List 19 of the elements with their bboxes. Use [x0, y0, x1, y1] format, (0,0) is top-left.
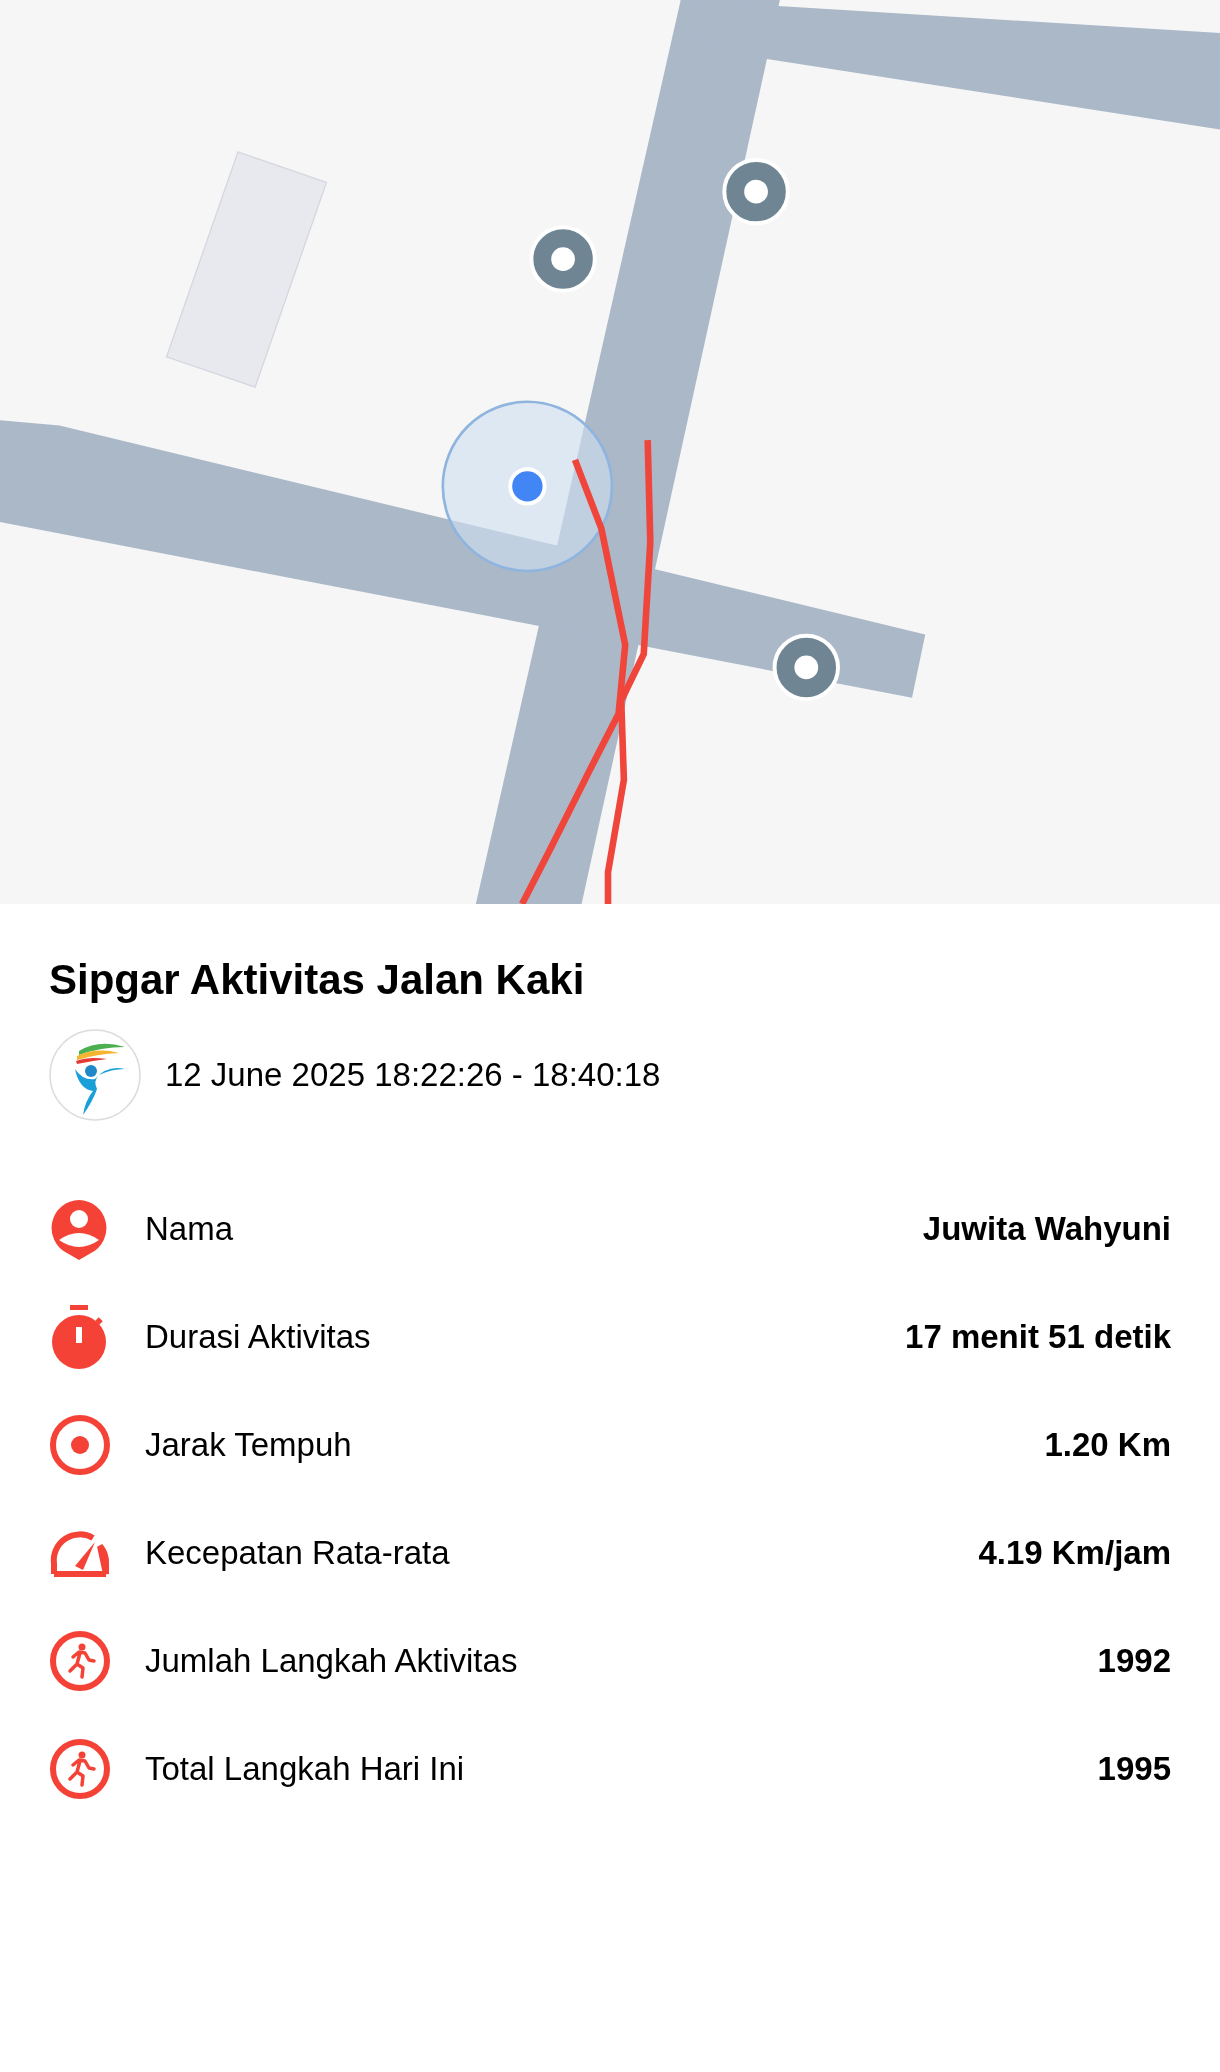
target-icon: [49, 1413, 111, 1476]
stat-value: 1995: [1097, 1748, 1171, 1789]
time-range: 12 June 2025 18:22:26 - 18:40:18: [165, 1054, 661, 1095]
stat-value: 1.20 Km: [1044, 1424, 1171, 1465]
stat-value: Juwita Wahyuni: [922, 1208, 1171, 1249]
stat-value: 1992: [1097, 1640, 1171, 1681]
activity-title: Sipgar Aktivitas Jalan Kaki: [49, 955, 586, 1005]
stat-value: 17 menit 51 detik: [905, 1316, 1171, 1357]
stat-label: Jumlah Langkah Aktivitas: [145, 1640, 519, 1681]
stopwatch-icon: [49, 1304, 109, 1369]
stat-label: Nama: [145, 1208, 235, 1249]
stat-label: Kecepatan Rata-rata: [145, 1532, 451, 1573]
running-person-icon: [49, 1737, 111, 1800]
running-person-icon: [49, 1629, 111, 1692]
stat-label: Durasi Aktivitas: [145, 1316, 372, 1357]
stat-label: Total Langkah Hari Ini: [145, 1748, 466, 1789]
stat-label: Jarak Tempuh: [145, 1424, 353, 1465]
stat-value: 4.19 Km/jam: [978, 1532, 1171, 1573]
person-pin-icon: [49, 1197, 109, 1260]
